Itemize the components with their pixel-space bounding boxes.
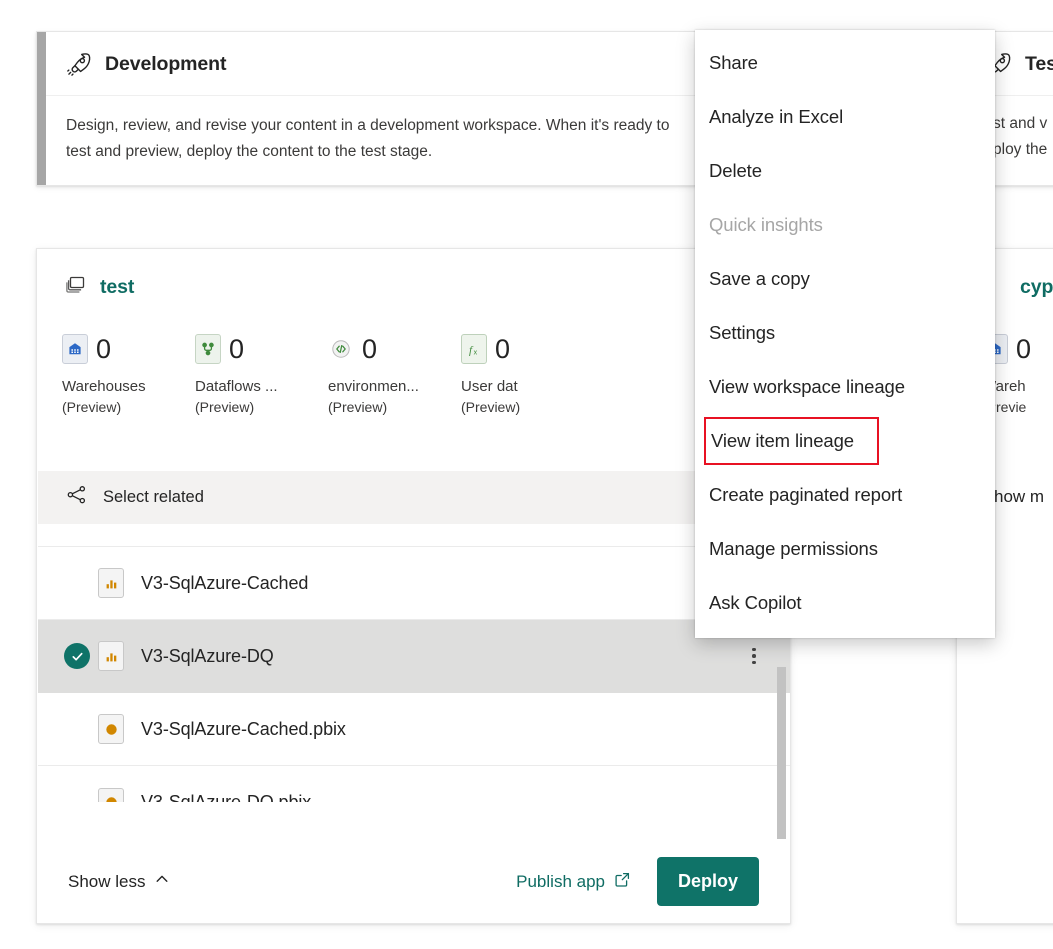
dataflow-icon [195, 334, 221, 364]
deploy-button[interactable]: Deploy [657, 857, 759, 906]
list-item-name: V3-SqlAzure-Cached [141, 573, 308, 594]
show-less-label: Show less [68, 872, 145, 892]
external-link-icon [614, 871, 631, 893]
menu-item-share[interactable]: Share [695, 36, 995, 90]
stat-sublabel: (Preview) [195, 399, 328, 415]
stat-label: Warehouses [62, 378, 195, 395]
select-related-bar: Select related 1 s [38, 471, 789, 524]
publish-app-button[interactable]: Publish app [516, 871, 631, 893]
related-items-list: V3-SqlAzure-DQ V3-SqlAzure-Cached [38, 524, 791, 802]
stat-dataflows: 0 Dataflows ... (Preview) [195, 332, 328, 415]
list-item[interactable]: V3-SqlAzure-Cached [38, 547, 791, 620]
more-options-icon[interactable] [743, 648, 765, 665]
stage-description: Design, review, and revise your content … [37, 96, 695, 187]
menu-item-view-workspace-lineage[interactable]: View workspace lineage [695, 360, 995, 414]
stat-environments: 0 environmen... (Preview) [328, 332, 461, 415]
stat-count: 0 [96, 336, 111, 363]
stage-title: Development [105, 53, 226, 76]
stat-user-data-functions: f x 0 User dat (Preview) [461, 332, 594, 415]
menu-item-quick-insights: Quick insights [695, 198, 995, 252]
stat-count: 0 [495, 336, 510, 363]
menu-item-ask-copilot[interactable]: Ask Copilot [695, 576, 995, 630]
stat-warehouses: 0 Warehouses (Preview) [62, 332, 195, 415]
workspace-card-test: test [36, 248, 791, 924]
stat-sublabel: (Preview) [62, 399, 195, 415]
list-item-name: V3-SqlAzure-DQ.pbix [141, 792, 311, 802]
stack-icon [64, 273, 88, 302]
environment-icon [328, 334, 354, 364]
stage-accent-bar [37, 32, 46, 185]
stage-card-development: Development Design, review, and revise y… [36, 31, 696, 186]
deployment-pipeline-screen: Development Design, review, and revise y… [0, 0, 1053, 949]
workspace-title-row[interactable]: test [37, 249, 790, 302]
menu-item-save-a-copy[interactable]: Save a copy [695, 252, 995, 306]
rocket-icon [66, 51, 92, 77]
stage-description-test-line1: st and v [993, 111, 1047, 137]
stage-header-development: Development [37, 32, 695, 96]
stat-sublabel: (Preview) [328, 399, 461, 415]
list-scrollbar-thumb[interactable] [777, 667, 786, 858]
list-item[interactable]: V3-SqlAzure-DQ.pbix [38, 766, 791, 802]
show-less-button[interactable]: Show less [68, 871, 170, 892]
pbix-icon [98, 788, 124, 803]
context-menu: Share Analyze in Excel Delete Quick insi… [695, 30, 995, 638]
stat-count-right: 0 [1016, 336, 1031, 363]
chevron-up-icon [154, 871, 170, 892]
menu-item-analyze-in-excel[interactable]: Analyze in Excel [695, 90, 995, 144]
workspace-stats: 0 Warehouses (Preview) [37, 302, 790, 415]
menu-item-view-item-lineage[interactable]: View item lineage [704, 417, 879, 465]
report-icon [98, 568, 124, 598]
list-item-name: V3-SqlAzure-Cached.pbix [141, 719, 346, 740]
pbix-icon [98, 714, 124, 744]
list-item-selected[interactable]: V3-SqlAzure-DQ [38, 620, 791, 693]
user-function-icon: f x [461, 334, 487, 364]
warehouse-icon [62, 334, 88, 364]
list-item[interactable]: V3-SqlAzure-Cached.pbix [38, 693, 791, 766]
list-item-name: V3-SqlAzure-DQ [141, 646, 274, 667]
menu-item-settings[interactable]: Settings [695, 306, 995, 360]
stat-label: Dataflows ... [195, 378, 328, 395]
publish-app-label: Publish app [516, 872, 605, 892]
menu-item-create-paginated-report[interactable]: Create paginated report [695, 468, 995, 522]
workspace-footer: Show less Publish app [38, 839, 789, 924]
stage-description-test-line2: ploy the [993, 137, 1047, 163]
overflow-text-right: how m [994, 484, 1044, 510]
menu-item-manage-permissions[interactable]: Manage permissions [695, 522, 995, 576]
checkmark-icon [64, 643, 90, 669]
list-item[interactable]: V3-SqlAzure-DQ [38, 524, 791, 547]
share-nodes-icon [65, 483, 89, 512]
report-icon [98, 641, 124, 671]
stage-title-test: Test [1025, 53, 1053, 76]
stat-count: 0 [229, 336, 244, 363]
stat-sublabel: (Preview) [461, 399, 594, 415]
menu-item-delete[interactable]: Delete [695, 144, 995, 198]
svg-text:x: x [473, 349, 477, 356]
workspace-name-right: cypres [1020, 276, 1053, 299]
select-related-label: Select related [103, 488, 204, 507]
stat-count: 0 [362, 336, 377, 363]
stat-label: environmen... [328, 378, 461, 395]
workspace-name: test [100, 276, 134, 299]
stat-label: User dat [461, 378, 594, 395]
